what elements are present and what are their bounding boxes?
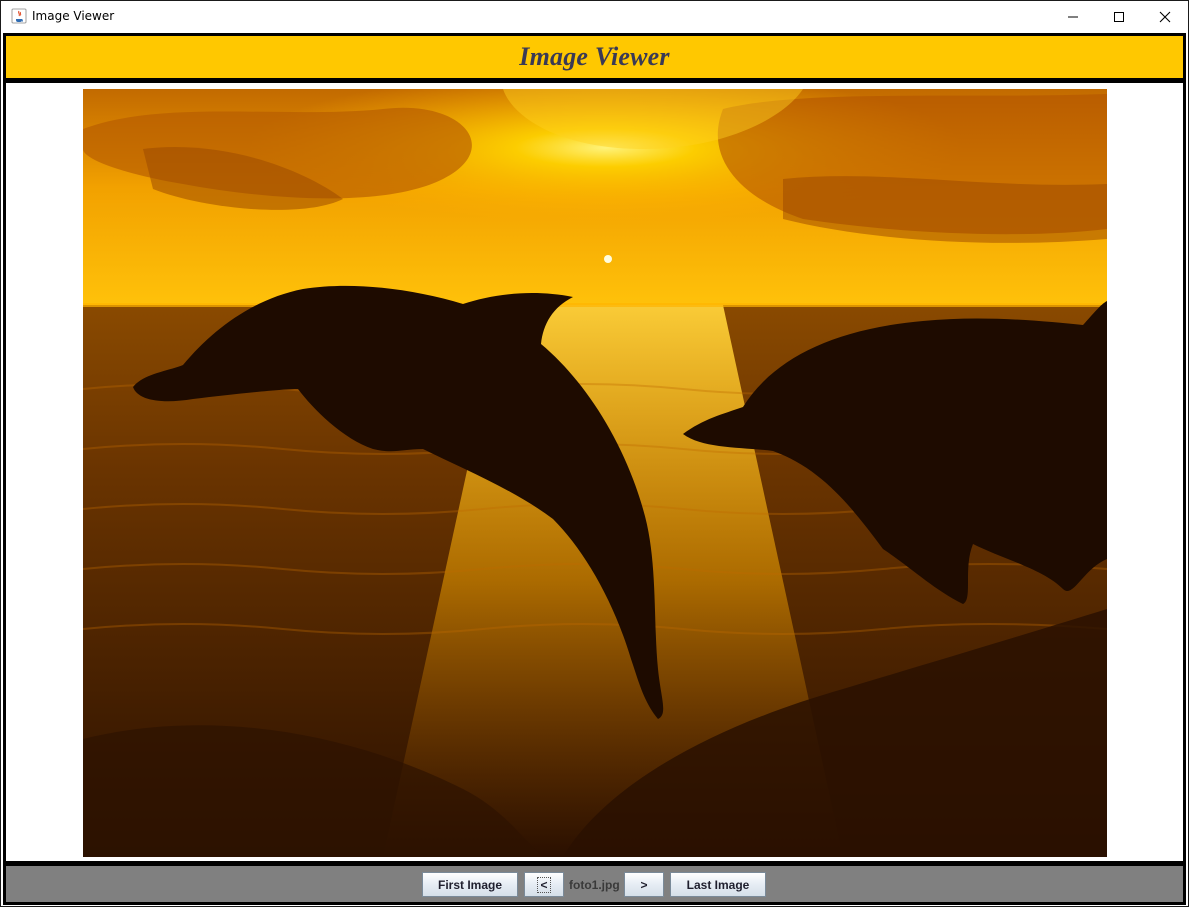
app-window: Image Viewer Image Viewer First Image < … <box>0 0 1189 907</box>
page-title: Image Viewer <box>519 42 670 71</box>
last-image-button[interactable]: Last Image <box>670 872 766 897</box>
next-image-button[interactable]: > <box>624 872 664 897</box>
close-icon <box>1159 11 1171 22</box>
java-app-icon <box>11 8 27 24</box>
minimize-button[interactable] <box>1050 1 1096 32</box>
displayed-photo <box>83 89 1107 857</box>
content-frame: Image Viewer First Image < foto1.jpg > L… <box>3 33 1186 905</box>
title-bar[interactable]: Image Viewer <box>1 1 1188 32</box>
header-bar: Image Viewer <box>6 36 1183 78</box>
maximize-icon <box>1114 11 1124 22</box>
minimize-icon <box>1068 16 1078 17</box>
previous-label: < <box>537 876 551 893</box>
close-button[interactable] <box>1142 1 1188 32</box>
current-file-label: foto1.jpg <box>569 877 620 892</box>
image-panel <box>6 83 1183 861</box>
maximize-button[interactable] <box>1096 1 1142 32</box>
previous-image-button[interactable]: < <box>524 872 564 897</box>
first-image-button[interactable]: First Image <box>422 872 518 897</box>
window-title: Image Viewer <box>32 9 115 23</box>
navigation-bar: First Image < foto1.jpg > Last Image <box>6 866 1183 902</box>
